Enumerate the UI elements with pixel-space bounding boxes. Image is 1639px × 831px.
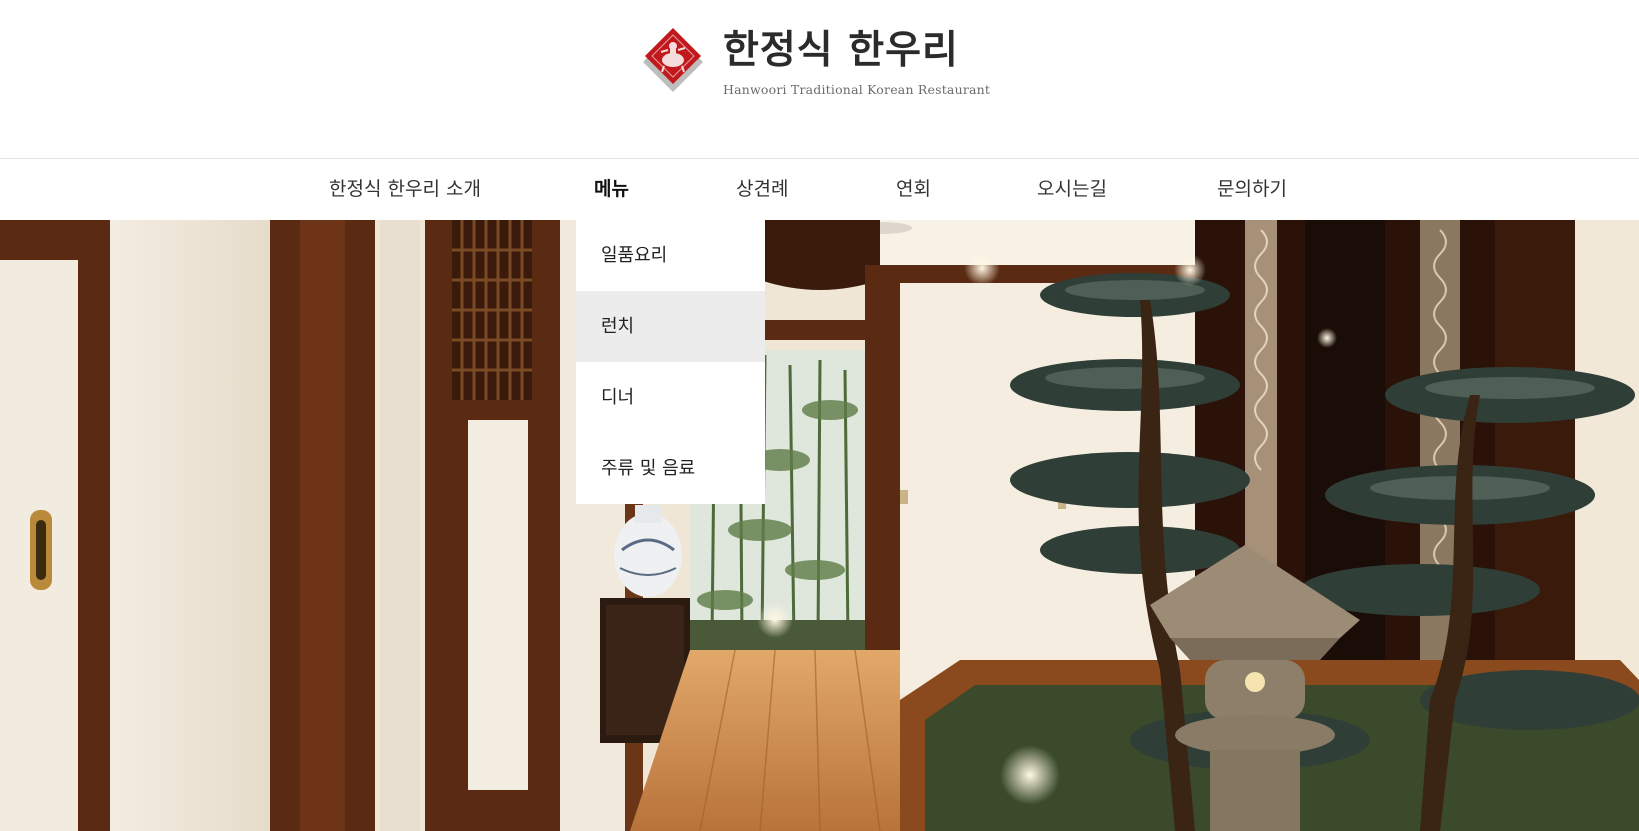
menu-dropdown: 일품요리 런치 디너 주류 및 음료 <box>576 220 765 504</box>
dropdown-item-drinks[interactable]: 주류 및 음료 <box>576 433 765 504</box>
site-header: 한정식 한우리 Hanwoori Traditional Korean Rest… <box>0 0 1639 158</box>
diamond-emblem-icon <box>637 26 709 98</box>
nav-item-directions[interactable]: 오시는길 <box>1037 159 1107 220</box>
nav-item-banquet[interactable]: 연회 <box>896 159 931 220</box>
dropdown-item-a-la-carte[interactable]: 일품요리 <box>576 220 765 291</box>
nav-item-about[interactable]: 한정식 한우리 소개 <box>329 159 481 220</box>
brand-subtitle: Hanwoori Traditional Korean Restaurant <box>723 82 991 97</box>
hero-image <box>0 220 1639 831</box>
nav-item-menu[interactable]: 메뉴 <box>594 159 629 220</box>
nav-item-meeting[interactable]: 상견례 <box>736 159 788 220</box>
nav-item-contact[interactable]: 문의하기 <box>1217 159 1287 220</box>
brand-title: 한정식 한우리 <box>723 28 959 73</box>
site-logo[interactable]: 한정식 한우리 Hanwoori Traditional Korean Rest… <box>637 26 990 98</box>
dropdown-item-dinner[interactable]: 디너 <box>576 362 765 433</box>
dropdown-item-lunch[interactable]: 런치 <box>576 291 765 362</box>
main-navigation: 한정식 한우리 소개 메뉴 상견례 연회 오시는길 문의하기 <box>0 158 1639 220</box>
